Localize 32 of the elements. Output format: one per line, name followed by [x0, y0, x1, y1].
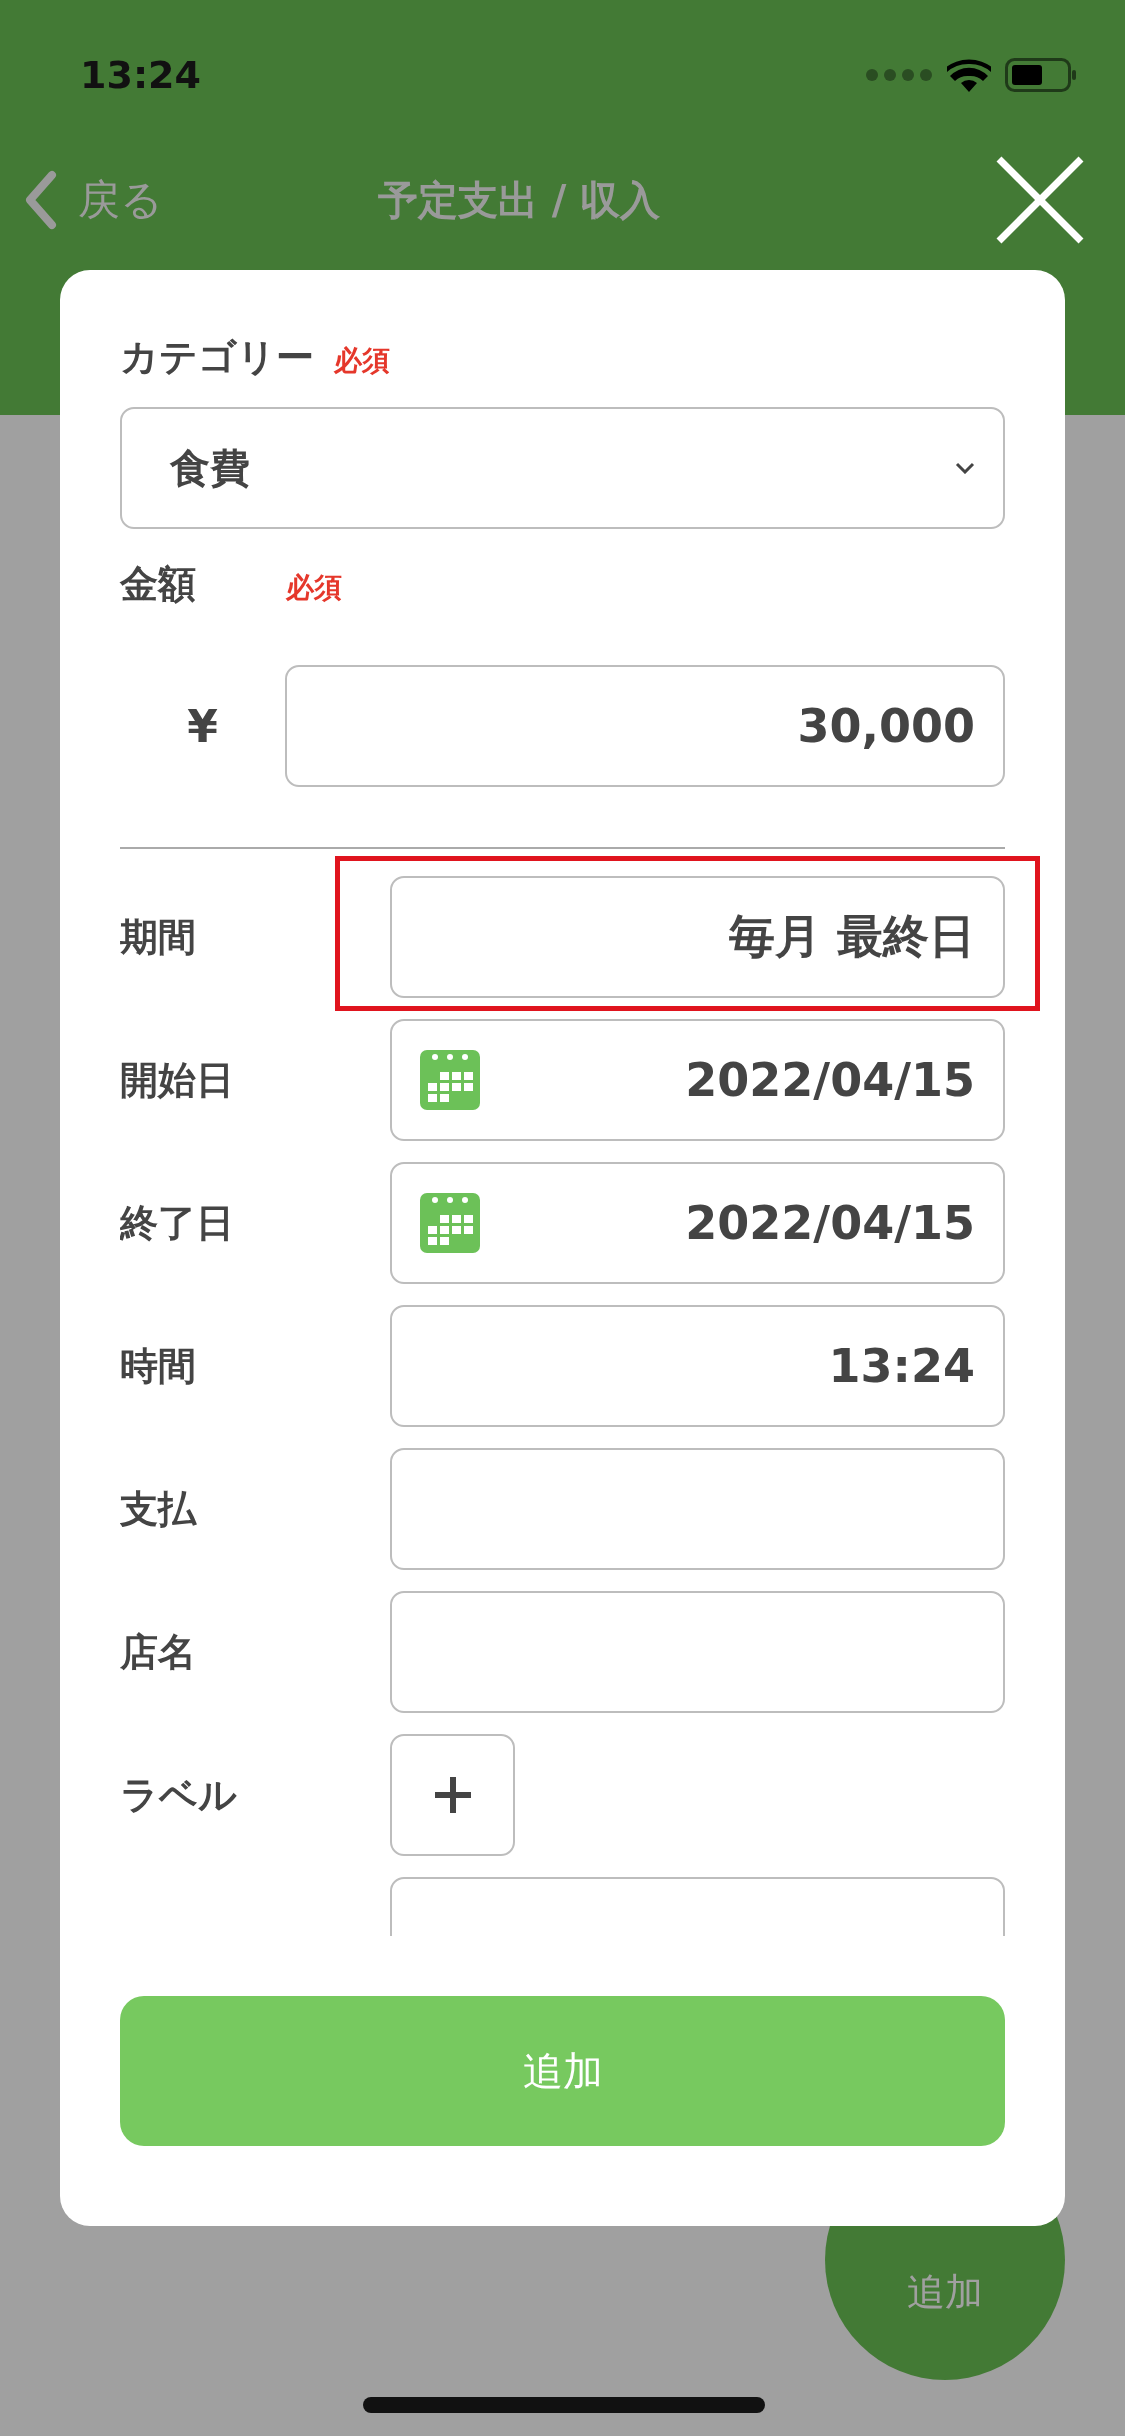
field-label: 支払 — [120, 1485, 198, 1533]
chevron-down-icon — [955, 462, 975, 474]
screen-title: 予定支出 / 収入 — [376, 175, 662, 225]
field-label: 金額 — [120, 561, 196, 608]
date-field[interactable]: 2022/04/15 — [390, 1019, 1005, 1141]
status-time: 13:24 — [80, 53, 201, 97]
chevron-left-icon — [24, 170, 58, 230]
field-label: ラベル — [120, 1771, 238, 1819]
field-label: 期間 — [120, 913, 197, 961]
calendar-icon — [420, 1050, 480, 1110]
field-label: 時間 — [120, 1342, 197, 1390]
field-label: 店名 — [120, 1628, 197, 1676]
close-icon — [995, 155, 1085, 245]
required-tag: 必須 — [334, 342, 390, 380]
battery-icon — [1005, 58, 1077, 92]
category-select[interactable]: 食費 — [120, 407, 1005, 529]
close-button[interactable] — [995, 155, 1085, 245]
amount-field[interactable]: 30,000 — [285, 665, 1005, 787]
input-field[interactable] — [390, 1448, 1005, 1570]
add-label-button[interactable] — [390, 1734, 515, 1856]
input-field[interactable]: 毎月 最終日 — [390, 876, 1005, 998]
calendar-icon — [420, 1193, 480, 1253]
required-tag: 必須 — [286, 569, 342, 607]
input-field[interactable] — [390, 1591, 1005, 1713]
currency-symbol: ¥ — [186, 700, 219, 752]
field-label: 開始日 — [120, 1056, 235, 1104]
plus-icon — [432, 1775, 473, 1815]
input-field[interactable]: 13:24 — [390, 1305, 1005, 1427]
signal-icon — [865, 68, 933, 82]
wifi-icon — [947, 58, 991, 92]
field-label: カテゴリー — [120, 334, 314, 381]
date-field[interactable]: 2022/04/15 — [390, 1162, 1005, 1284]
